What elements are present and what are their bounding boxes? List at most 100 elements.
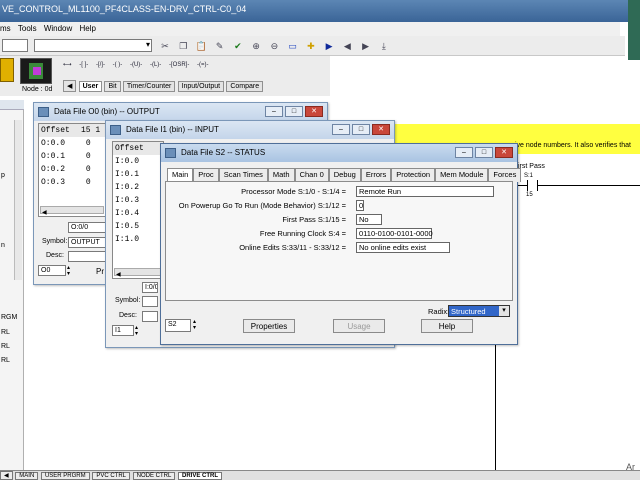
input-horizontal-scrollbar[interactable]: ◀ (114, 268, 162, 278)
tree-label-rl-2[interactable]: RL (1, 343, 10, 350)
routine-tab-user-prgrm[interactable]: USER PRGRM (40, 472, 90, 480)
output-properties-button[interactable]: Pr (96, 267, 104, 276)
input-data-grid[interactable]: Offset I:0.0 I:0.1 I:0.2 I:0.3 I:0.4 I:0… (112, 141, 164, 279)
routine-tab-node-ctrl[interactable]: NODE CTRL (132, 472, 176, 480)
cut-icon[interactable]: ✂ (158, 39, 172, 53)
tree-label-rl-1[interactable]: RL (1, 329, 10, 336)
radix-select[interactable]: Structured ▾ (448, 305, 510, 317)
instr-xio-icon[interactable]: -[/]- (96, 62, 105, 68)
input-file-spinner[interactable]: ▴ ▾ (135, 325, 138, 337)
instr-tab-bit[interactable]: Bit (104, 81, 121, 92)
table-row[interactable]: I:1.0 (113, 233, 163, 246)
window-icon[interactable]: ▭ (286, 39, 300, 53)
menu-item-ms[interactable]: ms (0, 22, 16, 33)
scroll-left-icon[interactable]: ◀ (41, 210, 47, 216)
input-symbol-field[interactable] (142, 296, 158, 307)
table-row[interactable]: O:0.0 0 (39, 137, 107, 150)
instr-branch-icon[interactable]: ⟷ (63, 62, 72, 68)
zoom-out-icon[interactable]: ⊖ (267, 39, 281, 53)
table-row[interactable]: O:0.1 0 (39, 150, 107, 163)
instr-ote-icon[interactable]: -( )- (113, 62, 123, 68)
close-button[interactable]: ✕ (372, 124, 390, 135)
input-desc-field[interactable] (142, 311, 158, 322)
tab-proc[interactable]: Proc (193, 168, 219, 182)
tree-label-rgm[interactable]: RGM (1, 314, 17, 321)
zoom-in-icon[interactable]: ⊕ (249, 39, 263, 53)
instr-tab-compare[interactable]: Compare (226, 81, 264, 92)
scroll-left-icon[interactable]: ◀ (115, 272, 121, 278)
help-button[interactable]: Help (421, 319, 473, 333)
forward-icon[interactable]: ▶ (359, 39, 373, 53)
output-file-field[interactable]: O0 (38, 265, 66, 276)
output-address-field[interactable]: O:0/0 (68, 222, 108, 233)
routine-tab-pvc-ctrl[interactable]: PVC CTRL (92, 472, 130, 480)
table-row[interactable]: O:0.2 0 (39, 163, 107, 176)
tree-label-p[interactable]: p (1, 172, 5, 179)
table-row[interactable]: I:0.4 (113, 207, 163, 220)
instr-tab-timer-counter[interactable]: Timer/Counter (122, 81, 176, 92)
menu-item-tools[interactable]: Tools (18, 22, 42, 33)
tab-debug[interactable]: Debug (328, 168, 361, 182)
instr-otu-icon[interactable]: -(U)- (130, 62, 142, 68)
tree-label-rl-3[interactable]: RL (1, 357, 10, 364)
edit-icon[interactable]: ✎ (213, 39, 227, 53)
input-address-field[interactable]: I:0/0 (142, 282, 158, 293)
close-button[interactable]: ✕ (495, 147, 513, 158)
close-button[interactable]: ✕ (305, 106, 323, 117)
output-window-titlebar[interactable]: Data File O0 (bin) -- OUTPUT – □ ✕ (34, 103, 327, 121)
input-window-titlebar[interactable]: Data File I1 (bin) -- INPUT – □ ✕ (106, 121, 394, 139)
run-icon[interactable]: ▶ (322, 39, 336, 53)
add-icon[interactable]: ✚ (304, 39, 318, 53)
minimize-button[interactable]: – (265, 106, 283, 117)
toolbar-combo-left[interactable] (2, 39, 28, 52)
routine-tab-drive-ctrl[interactable]: DRIVE CTRL (178, 472, 222, 480)
output-data-grid[interactable]: Offset 15 1 O:0.0 0 O:0.1 0 O:0.2 0 O:0.3… (38, 123, 108, 217)
tab-errors[interactable]: Errors (360, 168, 392, 182)
tab-scan-times[interactable]: Scan Times (218, 168, 268, 182)
paste-icon[interactable]: 📋 (194, 39, 208, 53)
instr-otl-icon[interactable]: -(L)- (150, 62, 161, 68)
goto-icon[interactable]: ⤓ (377, 39, 391, 53)
instr-tab-input-output[interactable]: Input/Output (177, 81, 225, 92)
instr-tab-user[interactable]: User (78, 81, 103, 92)
output-symbol-field[interactable]: OUTPUT (68, 237, 108, 248)
table-row[interactable]: O:0.3 0 (39, 176, 107, 189)
toolbar-combo[interactable]: ▾ (34, 39, 152, 52)
input-file-field[interactable]: I1 (112, 325, 134, 336)
instr-osr-icon[interactable]: -[OSR]- (169, 62, 189, 68)
maximize-button[interactable]: □ (285, 106, 303, 117)
properties-button[interactable]: Properties (243, 319, 295, 333)
status-window-titlebar[interactable]: Data File S2 -- STATUS – □ ✕ (161, 144, 517, 162)
back-icon[interactable]: ◀ (340, 39, 354, 53)
output-file-spinner[interactable]: ▴ ▾ (67, 265, 70, 277)
scroll-left-icon[interactable]: ◀ (63, 80, 77, 92)
menu-item-window[interactable]: Window (44, 22, 77, 33)
maximize-button[interactable]: □ (475, 147, 493, 158)
output-horizontal-scrollbar[interactable]: ◀ (40, 206, 104, 216)
copy-icon[interactable]: ❐ (176, 39, 190, 53)
status-file-field[interactable]: S2 (165, 319, 191, 332)
powerup-run-value[interactable]: 0 (356, 200, 364, 211)
tab-forces[interactable]: Forces (488, 168, 522, 182)
tree-label-n[interactable]: n (1, 242, 5, 249)
output-desc-field[interactable] (68, 251, 108, 262)
project-tree-scrollbar[interactable] (14, 120, 22, 280)
tab-math[interactable]: Math (267, 168, 295, 182)
minimize-button[interactable]: – (332, 124, 350, 135)
minimize-button[interactable]: – (455, 147, 473, 158)
table-row[interactable]: I:0.1 (113, 168, 163, 181)
menu-item-help[interactable]: Help (80, 22, 101, 33)
instr-xic-icon[interactable]: -[ ]- (79, 62, 88, 68)
scroll-left-icon[interactable]: ◀ (0, 471, 13, 480)
table-row[interactable]: I:0.3 (113, 194, 163, 207)
maximize-button[interactable]: □ (352, 124, 370, 135)
routine-tab-main[interactable]: MAIN (15, 472, 39, 480)
table-row[interactable]: I:0.5 (113, 220, 163, 233)
tab-mem-module[interactable]: Mem Module (435, 168, 489, 182)
status-file-spinner[interactable]: ▴ ▾ (193, 319, 196, 331)
verify-icon[interactable]: ✔ (231, 39, 245, 53)
table-row[interactable]: I:0.2 (113, 181, 163, 194)
instr-equ-icon[interactable]: -(=)- (197, 62, 209, 68)
table-row[interactable]: I:0.0 (113, 155, 163, 168)
tab-chan-0[interactable]: Chan 0 (294, 168, 329, 182)
